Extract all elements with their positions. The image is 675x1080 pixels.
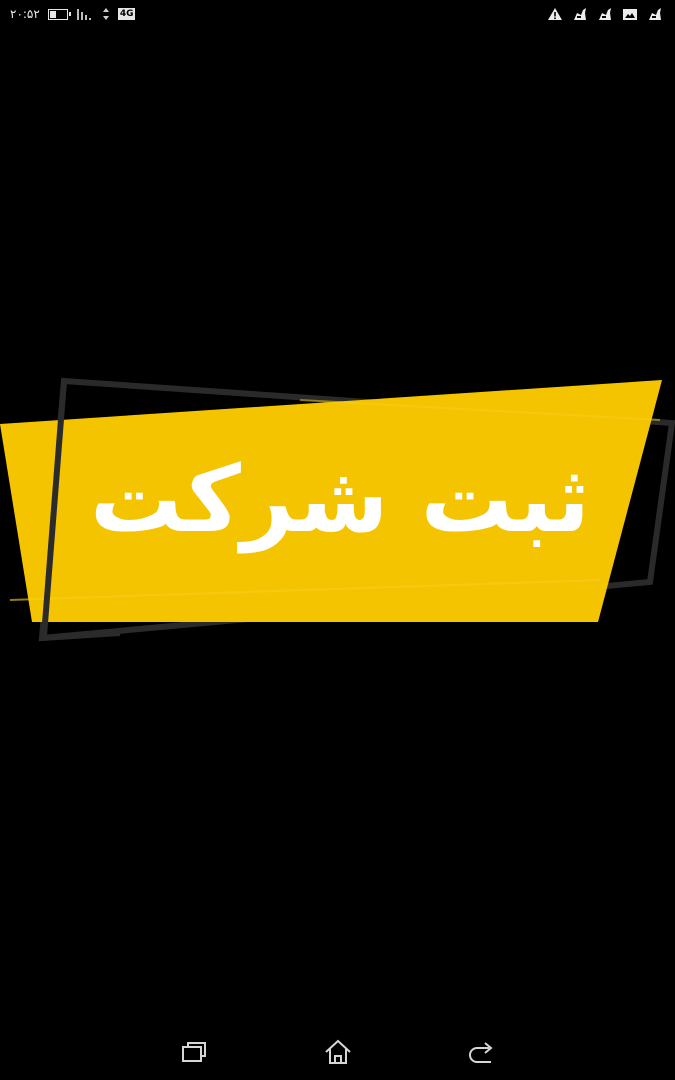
back-icon [469,1042,493,1063]
home-icon [325,1039,351,1064]
screen: ۲۰:۵۲ 4G ثبت شرکت [0,0,675,1080]
recent-apps-icon [182,1042,206,1062]
banner-title: ثبت شرکت [89,446,591,553]
navigation-bar [0,1024,675,1080]
back-button[interactable] [462,1036,502,1068]
recent-apps-button[interactable] [174,1036,214,1068]
home-button[interactable] [318,1036,358,1068]
